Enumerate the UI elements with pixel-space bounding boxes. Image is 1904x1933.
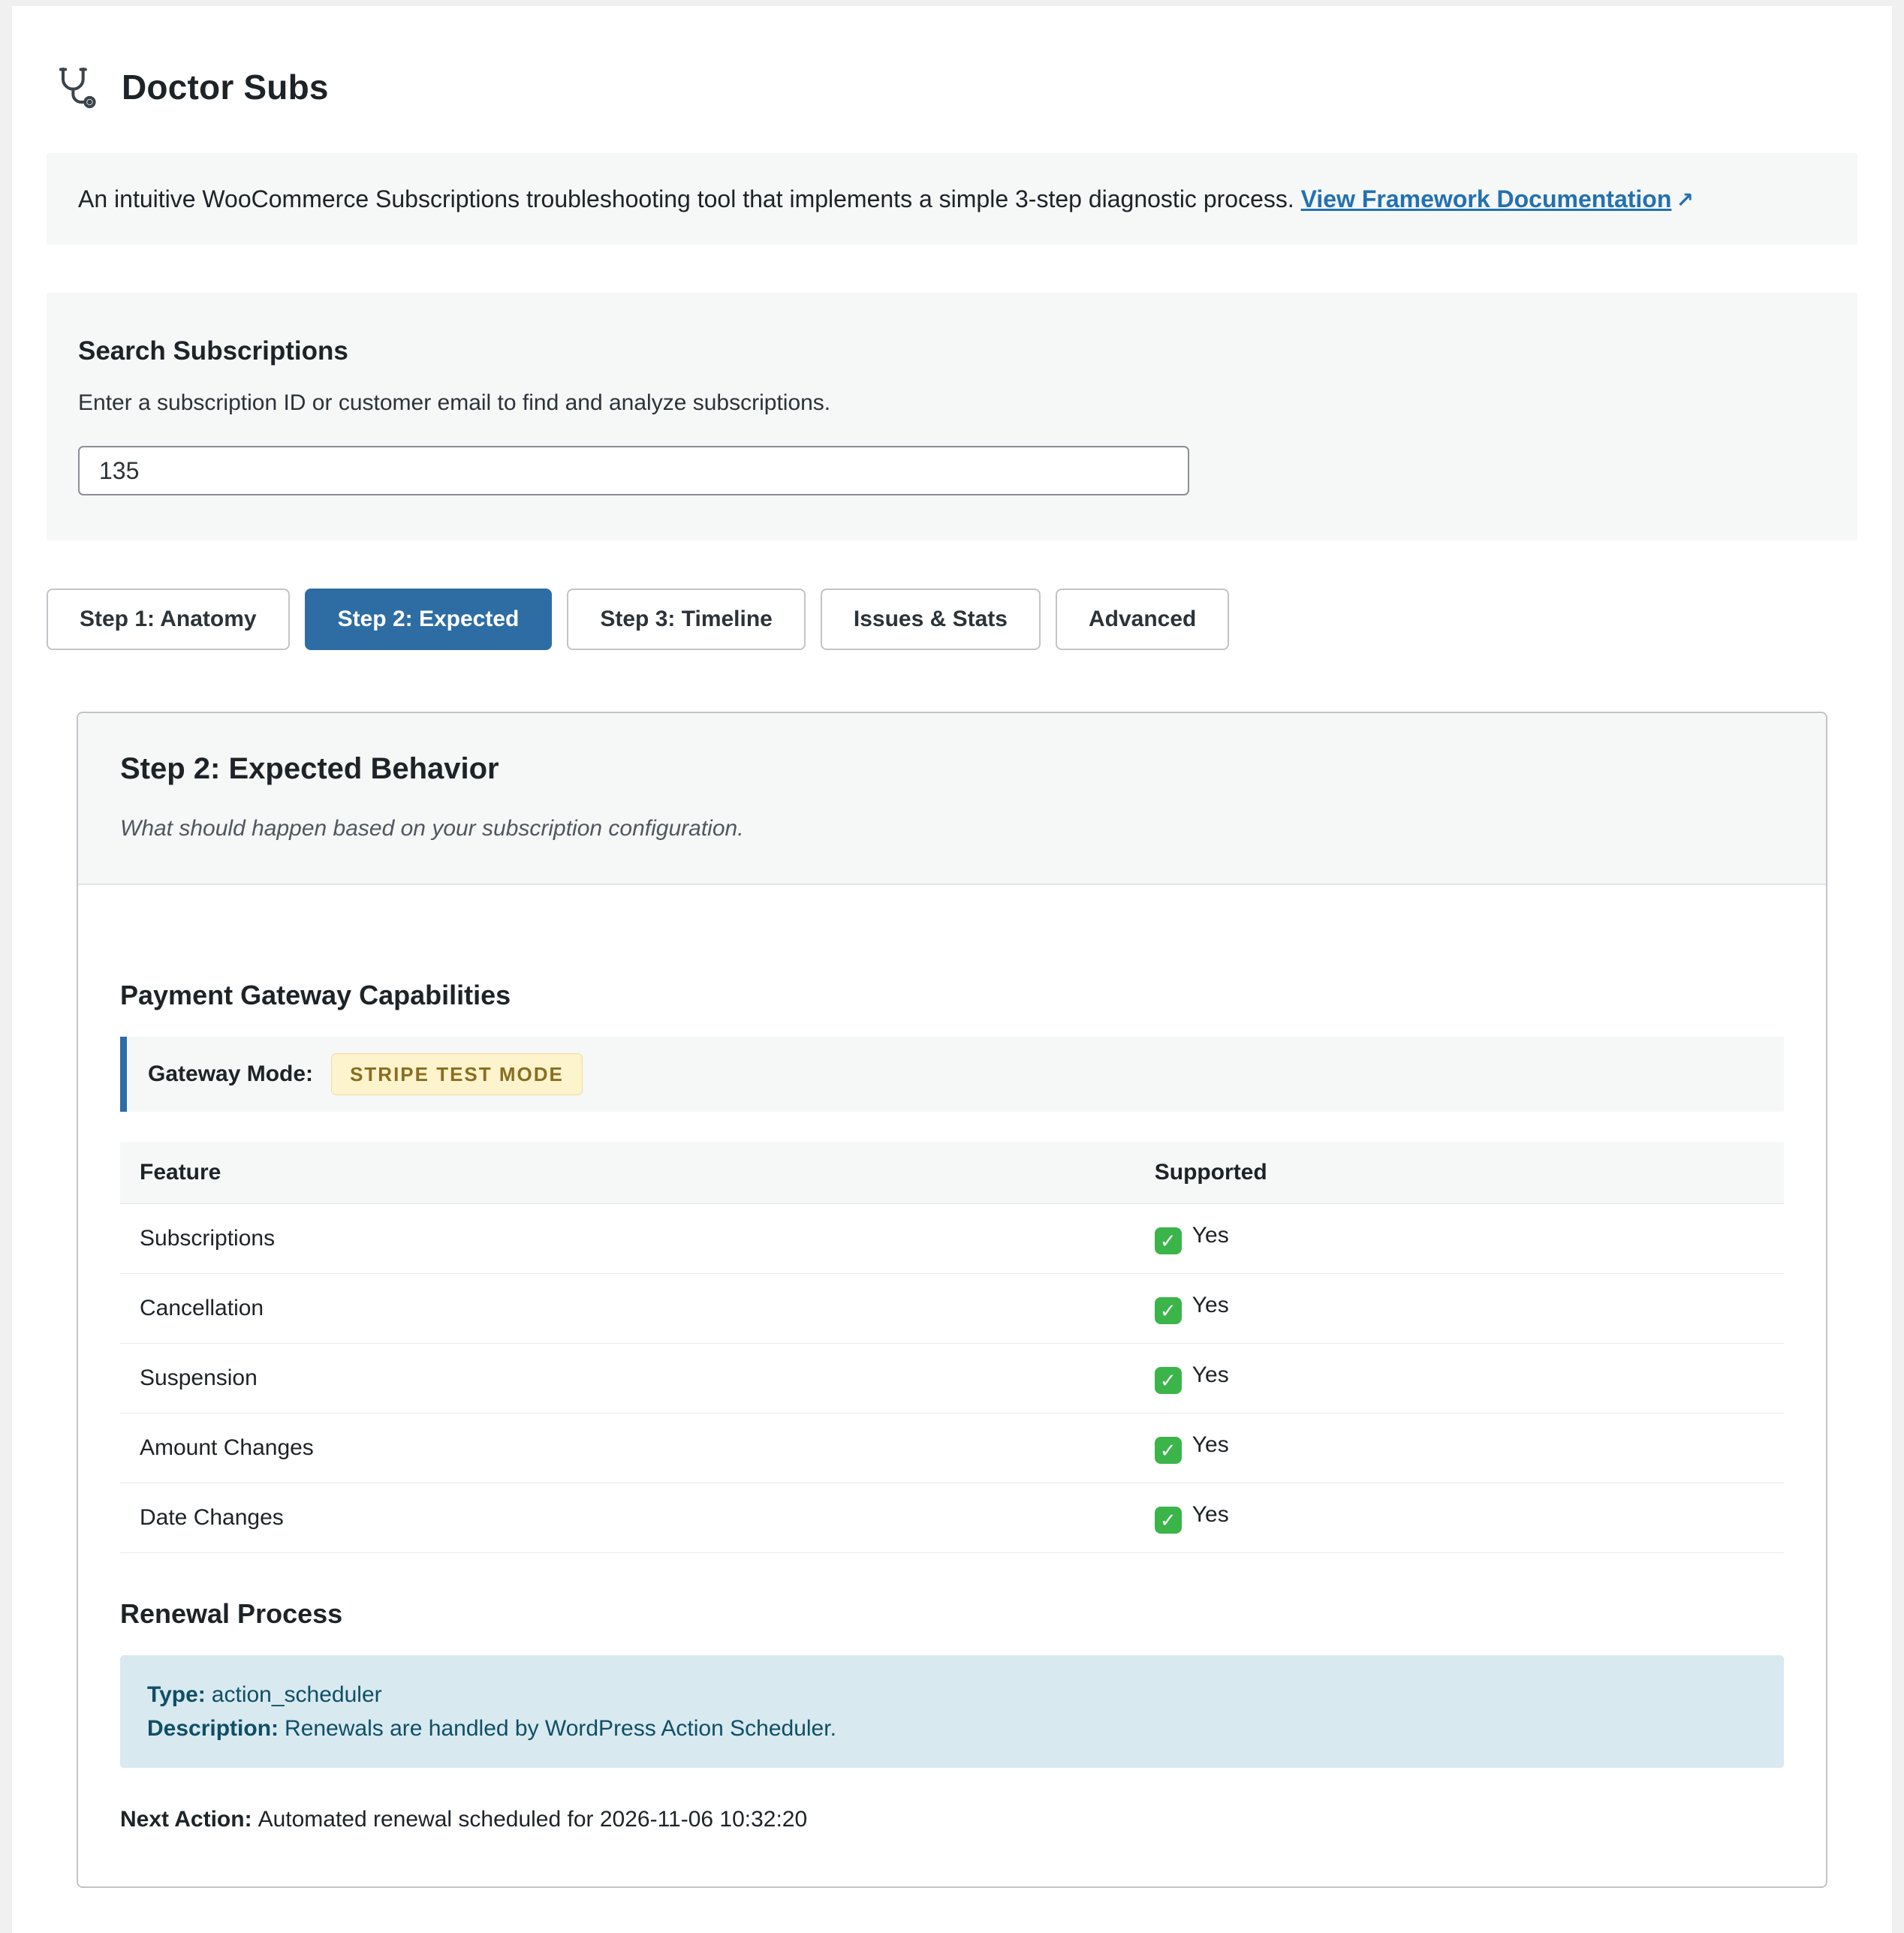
gateway-capabilities-heading: Payment Gateway Capabilities — [120, 980, 1784, 1011]
intro-notice: An intuitive WooCommerce Subscriptions t… — [47, 153, 1857, 245]
search-section: Search Subscriptions Enter a subscriptio… — [47, 293, 1857, 540]
framework-docs-link-label: View Framework Documentation — [1301, 185, 1672, 212]
tab-issues-stats[interactable]: Issues & Stats — [821, 589, 1041, 650]
renewal-type-value: action_scheduler — [212, 1682, 382, 1707]
search-section-title: Search Subscriptions — [78, 336, 1826, 366]
supported-cell: ✓ Yes — [1135, 1344, 1784, 1414]
supported-value: Yes — [1192, 1223, 1229, 1248]
gateway-mode-bar: Gateway Mode: STRIPE TEST MODE — [120, 1037, 1784, 1112]
tab-advanced[interactable]: Advanced — [1056, 589, 1229, 650]
table-row: Date Changes ✓ Yes — [120, 1483, 1784, 1553]
renewal-description-value: Renewals are handled by WordPress Action… — [285, 1716, 836, 1741]
feature-cell: Suspension — [120, 1344, 1135, 1414]
table-row: Cancellation ✓ Yes — [120, 1274, 1784, 1344]
capabilities-table: Feature Supported Subscriptions ✓ Yes Can… — [120, 1142, 1784, 1553]
check-icon: ✓ — [1155, 1367, 1182, 1394]
tab-bar: Step 1: Anatomy Step 2: Expected Step 3:… — [47, 589, 1857, 650]
next-action-label: Next Action: — [120, 1807, 252, 1832]
next-action-value: Automated renewal scheduled for 2026-11-… — [258, 1807, 808, 1832]
panel-title: Step 2: Expected Behavior — [120, 752, 1784, 786]
gateway-mode-badge: STRIPE TEST MODE — [331, 1053, 583, 1095]
table-header-row: Feature Supported — [120, 1142, 1784, 1204]
table-row: Subscriptions ✓ Yes — [120, 1204, 1784, 1274]
check-icon: ✓ — [1155, 1227, 1182, 1254]
feature-cell: Amount Changes — [120, 1414, 1135, 1483]
supported-cell: ✓ Yes — [1135, 1274, 1784, 1344]
tab-step-2-expected[interactable]: Step 2: Expected — [305, 589, 553, 650]
supported-cell: ✓ Yes — [1135, 1414, 1784, 1483]
renewal-description-line: Description:Renewals are handled by Word… — [147, 1712, 1757, 1745]
renewal-type-label: Type: — [147, 1682, 206, 1707]
gateway-mode-label: Gateway Mode: — [148, 1061, 313, 1087]
tab-step-3-timeline[interactable]: Step 3: Timeline — [567, 589, 806, 650]
supported-column-header: Supported — [1135, 1142, 1784, 1204]
renewal-process-heading: Renewal Process — [120, 1598, 1784, 1630]
page-title: Doctor Subs — [122, 67, 329, 107]
feature-cell: Cancellation — [120, 1274, 1135, 1344]
supported-value: Yes — [1192, 1293, 1229, 1317]
renewal-info-box: Type:action_scheduler Description:Renewa… — [120, 1655, 1784, 1768]
external-link-icon: ↗ — [1676, 188, 1693, 212]
panel-header: Step 2: Expected Behavior What should ha… — [78, 713, 1826, 885]
supported-value: Yes — [1192, 1362, 1229, 1387]
feature-cell: Date Changes — [120, 1483, 1135, 1553]
supported-value: Yes — [1192, 1502, 1229, 1527]
feature-cell: Subscriptions — [120, 1204, 1135, 1274]
table-row: Amount Changes ✓ Yes — [120, 1414, 1784, 1483]
renewal-description-label: Description: — [147, 1716, 279, 1741]
supported-cell: ✓ Yes — [1135, 1483, 1784, 1553]
page-header: Doctor Subs — [51, 63, 1857, 111]
stethoscope-icon — [51, 63, 99, 111]
next-action-line: Next Action:Automated renewal scheduled … — [120, 1807, 1784, 1832]
search-section-description: Enter a subscription ID or customer emai… — [78, 390, 1826, 416]
table-row: Suspension ✓ Yes — [120, 1344, 1784, 1414]
renewal-type-line: Type:action_scheduler — [147, 1678, 1757, 1712]
check-icon: ✓ — [1155, 1437, 1182, 1464]
tab-step-1-anatomy[interactable]: Step 1: Anatomy — [47, 589, 290, 650]
check-icon: ✓ — [1155, 1297, 1182, 1324]
framework-docs-link[interactable]: View Framework Documentation↗ — [1301, 185, 1694, 212]
panel-subtitle: What should happen based on your subscri… — [120, 816, 1784, 842]
supported-value: Yes — [1192, 1432, 1229, 1457]
supported-cell: ✓ Yes — [1135, 1204, 1784, 1274]
intro-text: An intuitive WooCommerce Subscriptions t… — [78, 185, 1294, 212]
check-icon: ✓ — [1155, 1507, 1182, 1534]
feature-column-header: Feature — [120, 1142, 1135, 1204]
step2-panel: Step 2: Expected Behavior What should ha… — [77, 712, 1827, 1888]
subscription-search-input[interactable] — [78, 446, 1189, 495]
plugin-page: Doctor Subs An intuitive WooCommerce Sub… — [12, 6, 1892, 1933]
panel-body: Payment Gateway Capabilities Gateway Mod… — [78, 885, 1826, 1886]
